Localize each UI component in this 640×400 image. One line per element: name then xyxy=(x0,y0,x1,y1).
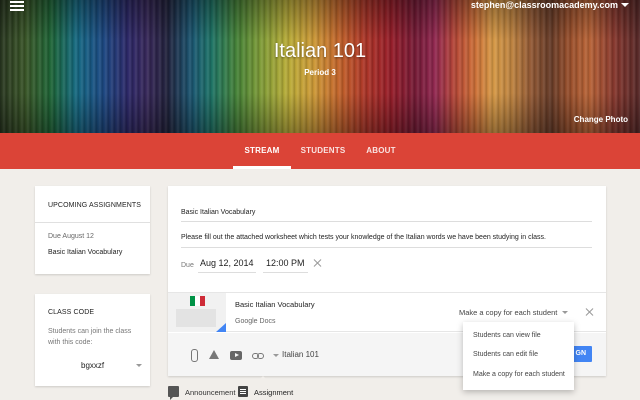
attachment-title[interactable]: Basic Italian Vocabulary xyxy=(235,300,315,309)
tab-about[interactable]: ABOUT xyxy=(362,133,400,169)
close-icon[interactable] xyxy=(585,307,595,317)
assignment-title-input[interactable]: Basic Italian Vocabulary xyxy=(181,209,592,222)
class-banner xyxy=(0,0,640,133)
italian-flag-icon xyxy=(190,296,205,306)
document-thumbnail[interactable] xyxy=(168,293,226,332)
google-docs-icon xyxy=(216,323,226,332)
google-drive-icon[interactable] xyxy=(208,349,220,361)
due-time-input[interactable]: 12:00 PM xyxy=(263,258,308,273)
upcoming-due-date: Due August 12 xyxy=(48,233,94,240)
divider xyxy=(35,222,150,223)
upcoming-assignment-link[interactable]: Basic Italian Vocabulary xyxy=(48,249,122,256)
class-code-description: Students can join the class with this co… xyxy=(48,328,132,346)
selection-pointer xyxy=(257,376,269,382)
class-code-heading: CLASS CODE xyxy=(48,309,95,316)
user-email[interactable]: stephen@classroomacademy.com xyxy=(471,0,618,10)
attach-file-icon[interactable] xyxy=(188,349,200,362)
chevron-down-icon[interactable] xyxy=(136,364,142,367)
menu-icon[interactable] xyxy=(10,1,24,11)
share-mode-select[interactable]: Make a copy for each student xyxy=(459,308,557,317)
announcement-icon[interactable] xyxy=(168,386,179,400)
chevron-down-icon[interactable] xyxy=(273,354,279,357)
upcoming-heading: UPCOMING ASSIGNMENTS xyxy=(48,202,142,209)
class-period: Period 3 xyxy=(304,68,336,77)
link-icon[interactable] xyxy=(252,349,264,361)
share-mode-menu: Students can view file Students can edit… xyxy=(463,322,574,390)
assignment-option[interactable]: Assignment xyxy=(254,388,293,397)
class-navbar: STREAM STUDENTS ABOUT xyxy=(0,133,640,169)
upcoming-assignments-card: UPCOMING ASSIGNMENTS Due August 12 Basic… xyxy=(35,186,150,274)
youtube-icon[interactable] xyxy=(230,349,242,361)
assignment-icon[interactable] xyxy=(238,386,248,397)
due-label: Due xyxy=(181,262,194,269)
announcement-option[interactable]: Announcement xyxy=(185,388,235,397)
chevron-down-icon[interactable] xyxy=(562,311,568,314)
document-preview xyxy=(176,309,216,327)
change-photo-link[interactable]: Change Photo xyxy=(574,115,628,124)
menu-item-edit[interactable]: Students can edit file xyxy=(473,351,538,358)
class-select[interactable]: Italian 101 xyxy=(282,350,319,359)
chevron-down-icon[interactable] xyxy=(621,3,629,7)
class-code-value[interactable]: bgxxzf xyxy=(81,361,104,370)
tab-stream[interactable]: STREAM xyxy=(233,133,291,169)
attachment-source: Google Docs xyxy=(235,318,276,325)
due-date-input[interactable]: Aug 12, 2014 xyxy=(198,258,256,273)
class-code-card: CLASS CODE Students can join the class w… xyxy=(35,294,150,386)
menu-item-view[interactable]: Students can view file xyxy=(473,332,541,339)
close-icon[interactable] xyxy=(313,258,323,268)
assignment-description-input[interactable]: Please fill out the attached worksheet w… xyxy=(181,234,592,248)
class-title: Italian 101 xyxy=(273,40,367,62)
menu-item-copy[interactable]: Make a copy for each student xyxy=(473,371,565,378)
tab-students[interactable]: STUDENTS xyxy=(298,133,348,169)
